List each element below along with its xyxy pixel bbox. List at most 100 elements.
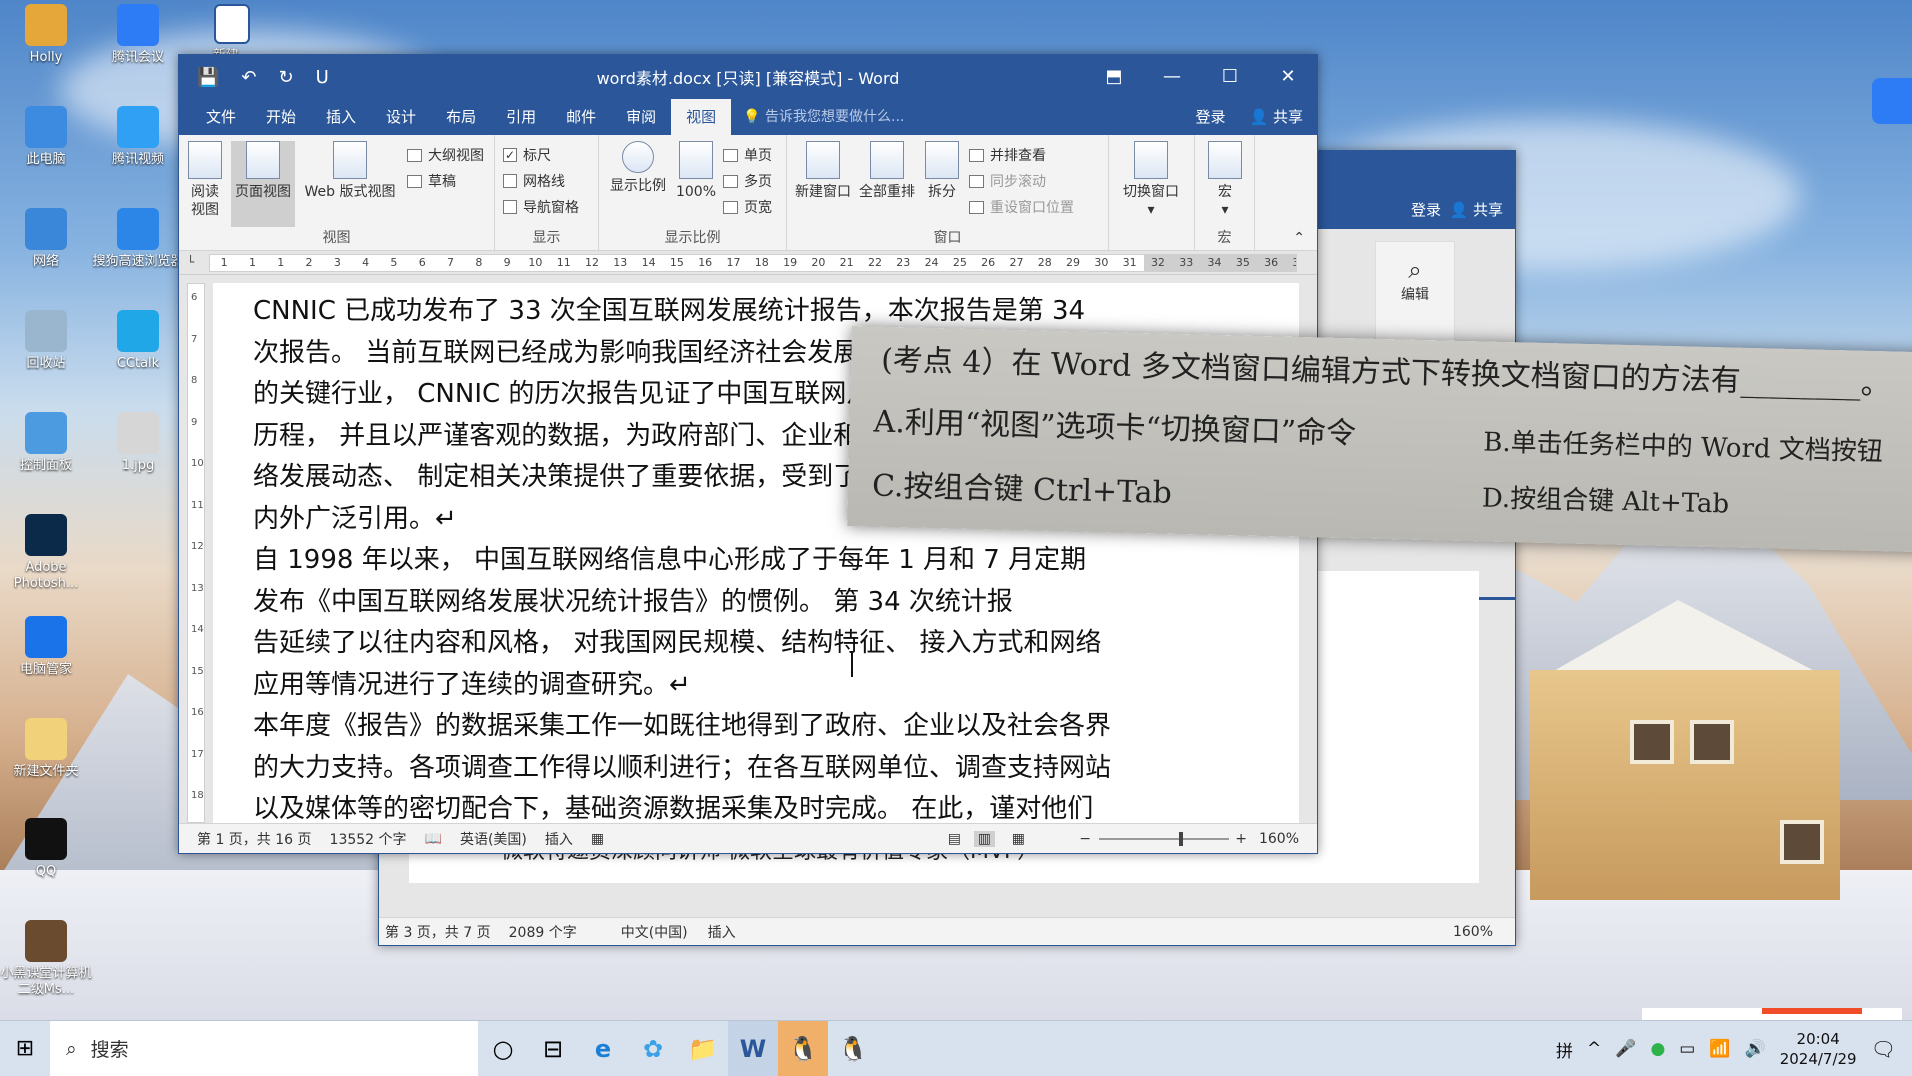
document-line[interactable]: 的大力支持。各项调查工作得以顺利进行；在各互联网单位、调查支持网站 — [253, 748, 1159, 790]
desktop-icon[interactable]: CCtalk — [92, 310, 184, 372]
desktop-icon[interactable]: 搜狗高速浏览器 — [92, 208, 184, 270]
new-window-button[interactable]: 新建窗口 — [791, 141, 855, 201]
print-layout-view-icon[interactable]: ▥ — [973, 830, 995, 847]
gridlines-checkbox[interactable]: 网格线 — [503, 171, 565, 191]
tab-design[interactable]: 设计 — [371, 99, 431, 135]
desktop-icon[interactable]: 小黑课堂计算机二级Ms... — [0, 920, 92, 998]
one-page-button[interactable]: 单页 — [723, 145, 772, 165]
tab-view[interactable]: 视图 — [671, 99, 732, 135]
zoom-button[interactable]: 显示比例 — [605, 141, 671, 195]
web-layout-view-icon[interactable]: ▦ — [1012, 831, 1025, 847]
desktop-icon[interactable]: 回收站 — [0, 310, 92, 372]
desktop-icon[interactable]: 腾讯视频 — [92, 106, 184, 168]
desktop-icon[interactable]: 1.jpg — [92, 412, 184, 474]
tab-file[interactable]: 文件 — [191, 99, 251, 135]
tell-me-box[interactable]: 💡 告诉我您想要做什么... — [743, 99, 904, 135]
read-mode-view-icon[interactable]: ▤ — [948, 831, 961, 847]
draft-button[interactable]: 草稿 — [407, 171, 456, 191]
minimize-icon[interactable]: — — [1143, 55, 1201, 99]
status-page[interactable]: 第 3 页，共 7 页 — [385, 922, 491, 942]
wifi-icon[interactable]: 📶 — [1709, 1039, 1730, 1059]
microphone-icon[interactable]: 🎤 — [1615, 1039, 1636, 1059]
tab-selector[interactable]: └ — [187, 255, 194, 269]
tab-review[interactable]: 审阅 — [611, 99, 671, 135]
reset-window-button[interactable]: 重设窗口位置 — [969, 197, 1074, 217]
zoom-level[interactable]: 160% — [1453, 924, 1493, 940]
underline-icon[interactable]: U — [316, 67, 329, 88]
document-line[interactable]: 自 1998 年以来， 中国互联网络信息中心形成了于每年 1 月和 7 月定期 — [253, 540, 1159, 582]
close-icon[interactable]: ✕ — [1259, 55, 1317, 99]
collapse-ribbon-icon[interactable]: ⌃ — [1293, 230, 1305, 246]
status-page[interactable]: 第 1 页，共 16 页 — [197, 829, 312, 849]
tab-layout[interactable]: 布局 — [431, 99, 491, 135]
zoom-100-button[interactable]: 100% — [673, 141, 719, 201]
document-line[interactable]: 应用等情况进行了连续的调查研究。↵ — [253, 665, 1159, 707]
taskbar-search[interactable]: ⌕ 搜索 — [50, 1020, 478, 1076]
share-button[interactable]: 👤 共享 — [1250, 99, 1303, 135]
zoom-level[interactable]: 160% — [1259, 831, 1299, 847]
macro-record-icon[interactable]: ▦ — [591, 831, 604, 847]
qq-taskbar-icon-2[interactable]: 🐧 — [828, 1021, 878, 1076]
side-by-side-button[interactable]: 并排查看 — [969, 145, 1046, 165]
switch-window-button[interactable]: 切换窗口 ▾ — [1113, 141, 1189, 219]
document-line[interactable]: 告延续了以往内容和风格， 对我国网民规模、结构特征、 接入方式和网络 — [253, 623, 1159, 665]
desktop-icon[interactable]: 电脑管家 — [0, 616, 92, 678]
document-line[interactable]: CNNIC 已成功发布了 33 次全国互联网发展统计报告，本次报告是第 34 — [253, 291, 1159, 333]
clock[interactable]: 20:04 2024/7/29 — [1780, 1029, 1857, 1069]
cortana-icon[interactable]: ○ — [478, 1021, 528, 1076]
tab-home[interactable]: 开始 — [251, 99, 311, 135]
word-taskbar-icon[interactable]: W — [728, 1020, 778, 1076]
desktop-icon[interactable]: 控制面板 — [0, 412, 92, 474]
desktop-icon[interactable]: Holly — [0, 4, 92, 66]
status-mode[interactable]: 插入 — [708, 922, 736, 942]
battery-icon[interactable]: ▭ — [1679, 1039, 1695, 1059]
status-words[interactable]: 2089 个字 — [509, 922, 577, 942]
document-line[interactable]: 本年度《报告》的数据采集工作一如既往地得到了政府、企业以及社会各界 — [253, 706, 1159, 748]
qq-taskbar-icon[interactable]: 🐧 — [778, 1020, 828, 1076]
app-icon[interactable]: ✿ — [628, 1021, 678, 1076]
status-language[interactable]: 英语(美国) — [460, 829, 527, 849]
save-icon[interactable]: 💾 — [197, 67, 219, 88]
tab-mailings[interactable]: 邮件 — [551, 99, 611, 135]
edge-icon[interactable]: e — [578, 1021, 628, 1076]
notification-icon[interactable]: 🗨 — [1871, 1037, 1896, 1061]
vertical-ruler[interactable]: 6 7 8 9 10 11 12 13 14 15 16 17 18 — [187, 283, 205, 823]
split-button[interactable]: 拆分 — [921, 141, 963, 201]
zoom-out-button[interactable]: − — [1079, 831, 1091, 847]
status-mode[interactable]: 插入 — [545, 829, 573, 849]
tab-insert[interactable]: 插入 — [311, 99, 371, 135]
volume-icon[interactable]: 🔊 — [1745, 1039, 1766, 1059]
macros-button[interactable]: 宏 ▾ — [1203, 141, 1247, 219]
outline-button[interactable]: 大纲视图 — [407, 145, 484, 165]
read-mode-button[interactable]: 阅读 视图 — [185, 141, 225, 219]
maximize-icon[interactable]: ☐ — [1201, 55, 1259, 99]
horizontal-ruler[interactable]: └ 1 1 1 2 3 4 5 6 7 8 9 10 11 12 13 14 15 16 17 18 19 20 21 22 2… — [179, 251, 1317, 275]
document-line[interactable]: 发布《中国互联网络发展状况统计报告》的惯例。 第 34 次统计报 — [253, 582, 1159, 624]
document-line[interactable]: 以及媒体等的密切配合下，基础资源数据采集及时完成。 在此，谨对他们 — [253, 789, 1159, 823]
arrange-all-button[interactable]: 全部重排 — [855, 141, 919, 201]
status-language[interactable]: 中文(中国) — [621, 922, 688, 942]
redo-icon[interactable]: ↻ — [279, 67, 294, 88]
tab-references[interactable]: 引用 — [491, 99, 551, 135]
show-hidden-icon[interactable]: ^ — [1587, 1039, 1601, 1059]
zoom-slider[interactable] — [1099, 832, 1229, 846]
file-explorer-icon[interactable]: 📁 — [678, 1021, 728, 1076]
desktop-icon[interactable]: 网络 — [0, 208, 92, 270]
multiple-pages-button[interactable]: 多页 — [723, 171, 772, 191]
desktop-icon[interactable]: 新建文件夹 — [0, 718, 92, 780]
print-layout-button[interactable]: 页面视图 — [231, 141, 295, 227]
page-width-button[interactable]: 页宽 — [723, 197, 772, 217]
share-button[interactable]: 👤 共享 — [1450, 199, 1503, 220]
title-bar[interactable]: 💾 ↶ ↻ U word素材.docx [只读] [兼容模式] - Word ⬒… — [179, 55, 1317, 99]
desktop-icon[interactable]: 此电脑 — [0, 106, 92, 168]
web-layout-button[interactable]: Web 版式视图 — [299, 141, 401, 201]
zoom-in-button[interactable]: + — [1235, 831, 1247, 847]
sync-scrolling-button[interactable]: 同步滚动 — [969, 171, 1046, 191]
wechat-icon[interactable]: ● — [1650, 1039, 1665, 1059]
undo-icon[interactable]: ↶ — [241, 67, 256, 88]
login-link[interactable]: 登录 — [1196, 99, 1226, 135]
ruler-checkbox[interactable]: ✓ 标尺 — [503, 145, 551, 165]
proofing-icon[interactable]: 📖 — [425, 831, 442, 847]
desktop-icon[interactable]: 腾讯会议 — [92, 4, 184, 66]
task-view-icon[interactable]: ⊟ — [528, 1021, 578, 1076]
